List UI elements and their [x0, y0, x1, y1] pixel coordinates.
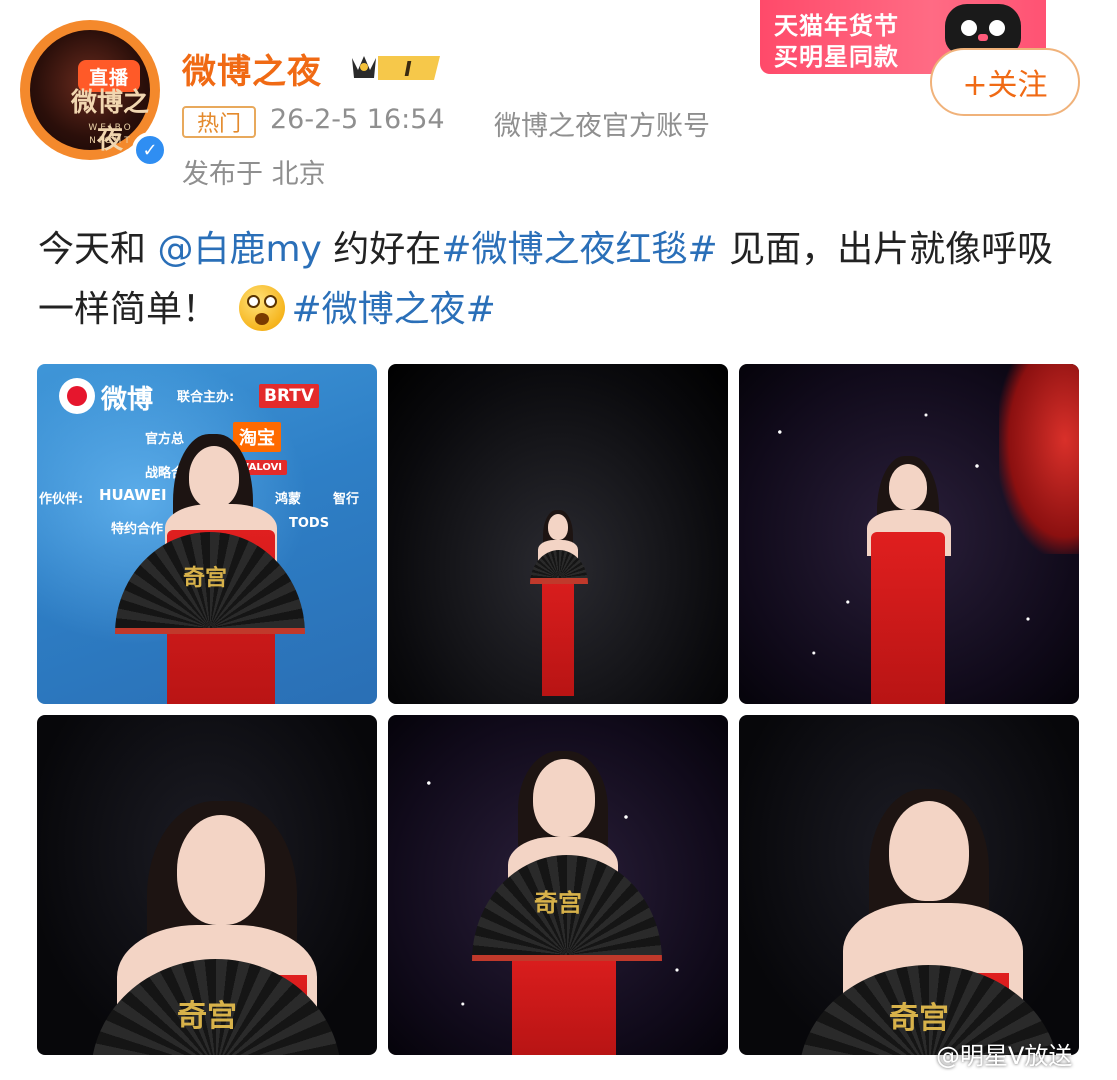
- sponsor-label: 作伙伴:: [39, 492, 84, 507]
- hot-tag: 热门: [182, 106, 256, 138]
- avatar[interactable]: 直播 微博之夜 WEIBO NIGHT ✓: [20, 20, 168, 168]
- ad-line2: 买明星同款: [774, 43, 899, 71]
- sponsor-label: 联合主办:: [177, 390, 235, 405]
- starstruck-emoji-icon: [239, 285, 286, 331]
- sponsor-brtv: BRTV: [259, 384, 320, 408]
- verified-v-icon: ✓: [132, 132, 168, 168]
- sponsor-zhihang: 智行: [333, 492, 360, 507]
- watermark: @明星V放送: [936, 1042, 1073, 1070]
- sponsor-label: 特约合作: [111, 522, 164, 537]
- post-text-part: 今天和: [38, 229, 147, 270]
- photo-5[interactable]: 奇宫: [388, 715, 728, 1055]
- tmall-cat-icon: [945, 4, 1021, 54]
- follow-button[interactable]: +关注: [930, 48, 1080, 116]
- fan-text: 奇宫: [177, 999, 237, 1034]
- photo-2[interactable]: [388, 364, 728, 704]
- sponsor-taobao: 淘宝: [233, 422, 281, 452]
- vip-level: I: [404, 57, 412, 81]
- post-text: 今天和 @白鹿my 约好在#微博之夜红毯# 见面，出片就像呼吸一样简单！ #微博…: [38, 220, 1078, 340]
- mention-link[interactable]: @白鹿my: [157, 229, 321, 270]
- photo-3[interactable]: [739, 364, 1079, 704]
- sponsor-hongmeng: 鸿蒙: [275, 492, 302, 507]
- sponsor-tods: TODS: [289, 516, 330, 531]
- post-source: 微博之夜官方账号: [494, 111, 710, 142]
- photo-6[interactable]: 奇宫: [739, 715, 1079, 1055]
- hashtag-link[interactable]: #微博之夜红毯#: [441, 229, 717, 270]
- photo-4[interactable]: 奇宫: [37, 715, 377, 1055]
- username[interactable]: 微博之夜: [182, 44, 322, 93]
- photo-1[interactable]: 微博 联合主办: BRTV 官方总 淘宝 战略合 WALOVI 作伙伴: HUA…: [37, 364, 377, 704]
- ad-line1: 天猫年货节: [774, 12, 899, 40]
- weibo-logo-text: 微博: [101, 385, 154, 415]
- post-time: 26-2-5 16:54: [270, 104, 445, 135]
- post-location: 发布于 北京: [182, 159, 326, 190]
- post-text-part: 约好在: [333, 229, 442, 270]
- red-decoration: [999, 364, 1079, 554]
- hashtag-link[interactable]: #微博之夜#: [291, 289, 495, 330]
- sponsor-label: 官方总: [145, 432, 185, 447]
- fan-text: 奇宫: [889, 1001, 949, 1036]
- fan-text: 奇宫: [534, 888, 582, 917]
- vip-crown-icon[interactable]: I: [348, 50, 446, 84]
- fan-text: 奇宫: [183, 565, 228, 591]
- sponsor-huawei: HUAWEI: [99, 486, 167, 504]
